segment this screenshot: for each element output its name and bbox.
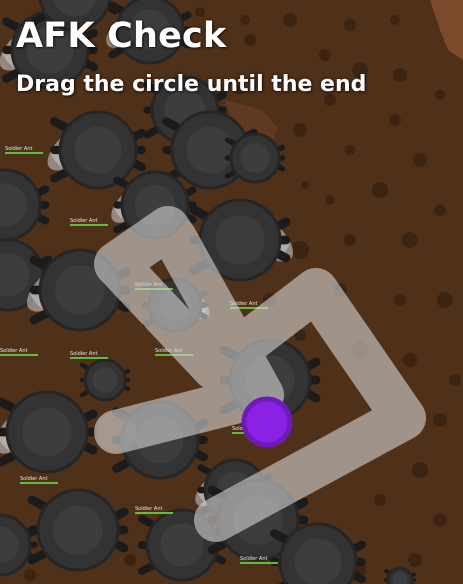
- dirt-hole: [403, 353, 417, 367]
- mob-name-label: Soldier Ant: [70, 218, 97, 224]
- dirt-hole: [394, 294, 406, 306]
- mob-name-label: Soldier Ant: [20, 476, 47, 482]
- mob-name-label: Soldier Ant: [5, 146, 32, 152]
- dirt-hole: [293, 123, 307, 137]
- dirt-hole: [413, 153, 427, 167]
- ant-body-center: [22, 407, 72, 457]
- dirt-hole: [24, 569, 36, 581]
- dirt-hole: [283, 13, 297, 27]
- mob-name-label: Soldier Ant: [240, 556, 267, 562]
- dirt-hole: [345, 145, 355, 155]
- mob-name-label: Soldier Ant: [135, 506, 162, 512]
- dirt-hole: [124, 554, 136, 566]
- afk-check-title: AFK Check: [16, 16, 227, 56]
- ant-body-center: [186, 126, 234, 174]
- ant-body-center: [92, 367, 118, 393]
- dirt-hole: [244, 34, 256, 46]
- dirt-hole: [240, 15, 250, 25]
- afk-check-instruction: Drag the circle until the end: [16, 72, 367, 97]
- afk-track-end-marker: [96, 412, 136, 452]
- mob-name-label: Soldier Ant: [0, 348, 27, 354]
- mob-health-bar: [70, 224, 108, 226]
- dirt-hole: [393, 68, 407, 82]
- mob-health-bar: [0, 354, 38, 356]
- dirt-hole: [435, 90, 445, 100]
- dirt-hole: [437, 292, 453, 308]
- mob-name-label: Soldier Ant: [70, 351, 97, 357]
- dirt-hole: [301, 181, 309, 189]
- dirt-hole: [433, 513, 447, 527]
- dirt-hole: [389, 114, 401, 126]
- dirt-hole: [402, 232, 418, 248]
- dirt-hole: [291, 241, 309, 259]
- dirt-hole: [372, 182, 388, 198]
- mob-health-bar: [70, 357, 108, 359]
- ant-body-center: [74, 126, 122, 174]
- dirt-hole: [434, 204, 446, 216]
- ant-body-center: [294, 538, 342, 584]
- mob-health-bar: [20, 482, 58, 484]
- ant-body-center: [53, 505, 103, 555]
- mob-health-bar: [5, 152, 43, 154]
- dirt-hole: [319, 49, 331, 61]
- dirt-hole: [433, 413, 447, 427]
- dirt-hole: [325, 195, 335, 205]
- dirt-hole: [390, 15, 400, 25]
- dirt-hole: [408, 553, 422, 567]
- ant-body-center: [215, 215, 265, 265]
- dirt-hole: [374, 494, 386, 506]
- afk-drag-handle[interactable]: [241, 396, 293, 448]
- ant-body-center: [240, 143, 270, 173]
- mob-health-bar: [240, 562, 278, 564]
- dirt-hole: [344, 19, 356, 31]
- mob-health-bar: [135, 512, 173, 514]
- dirt-hole: [344, 234, 356, 246]
- soldier-ant: [79, 358, 131, 402]
- dirt-hole: [449, 374, 461, 386]
- dirt-hole: [412, 462, 428, 478]
